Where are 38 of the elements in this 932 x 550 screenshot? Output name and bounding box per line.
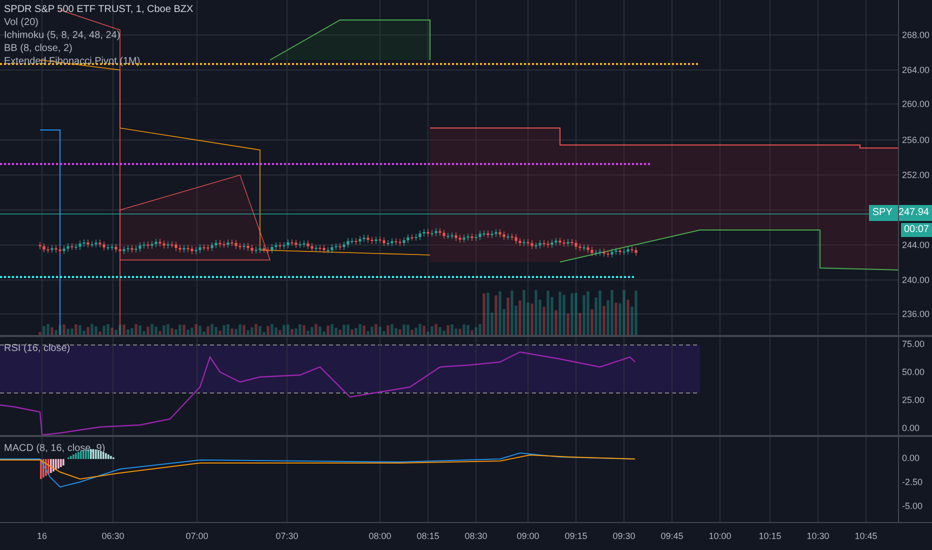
macd-axis-label: -5.00 xyxy=(901,501,924,511)
time-axis-label: 08:00 xyxy=(368,531,392,541)
time-axis-label: 10:00 xyxy=(708,531,732,541)
macd-axis-label: -2.50 xyxy=(901,477,924,487)
rsi-axis-label: 25.00 xyxy=(901,395,926,405)
rsi-axis-label: 0.00 xyxy=(901,423,921,433)
price-axis-label: 244.00 xyxy=(902,240,930,250)
time-axis-label: 08:15 xyxy=(416,531,440,541)
time-axis-label: 09:45 xyxy=(660,531,684,541)
price-axis-label: 264.00 xyxy=(902,65,930,75)
time-axis-label: 07:00 xyxy=(186,531,208,541)
rsi-axis-label: 50.00 xyxy=(901,367,926,377)
time-axis-label: 08:30 xyxy=(464,531,488,541)
price-axis-label: 236.00 xyxy=(902,309,930,319)
price-axis-label: 240.00 xyxy=(902,275,930,285)
price-axis-label: 252.00 xyxy=(902,170,930,180)
rsi-axis-label: 75.00 xyxy=(901,339,926,349)
price-tag: SPY 247.94 xyxy=(869,205,932,221)
macd-label: MACD (8, 16, close, 9) xyxy=(4,442,106,456)
time-axis-label: 09:00 xyxy=(516,531,540,541)
indicator-label: Ichimoku (5, 8, 24, 48, 24) xyxy=(4,29,122,42)
chart-title: SPDR S&P 500 ETF TRUST, 1, Cboe BZX xyxy=(4,3,194,16)
countdown-tag: 00:07 xyxy=(900,223,932,237)
time-axis-label: 16 xyxy=(37,531,47,541)
price-axis-label: 260.00 xyxy=(902,99,930,109)
time-axis-label: 10:45 xyxy=(854,531,878,541)
time-axis-label: 10:30 xyxy=(806,531,830,541)
time-axis-label: 07:30 xyxy=(276,531,298,541)
time-axis-label: 09:30 xyxy=(612,531,636,541)
indicator-label: Vol (20) xyxy=(4,16,40,29)
indicator-label: BB (8, close, 2) xyxy=(4,42,74,55)
rsi-label: RSI (16, close) xyxy=(4,342,70,356)
price-axis-label: 256.00 xyxy=(902,135,930,145)
time-axis-label: 09:15 xyxy=(564,531,588,541)
time-axis-label: 06:30 xyxy=(102,531,124,541)
macd-axis-label: 0.00 xyxy=(901,453,921,463)
price-axis-label: 268.00 xyxy=(902,30,930,40)
time-axis-label: 10:15 xyxy=(758,531,782,541)
